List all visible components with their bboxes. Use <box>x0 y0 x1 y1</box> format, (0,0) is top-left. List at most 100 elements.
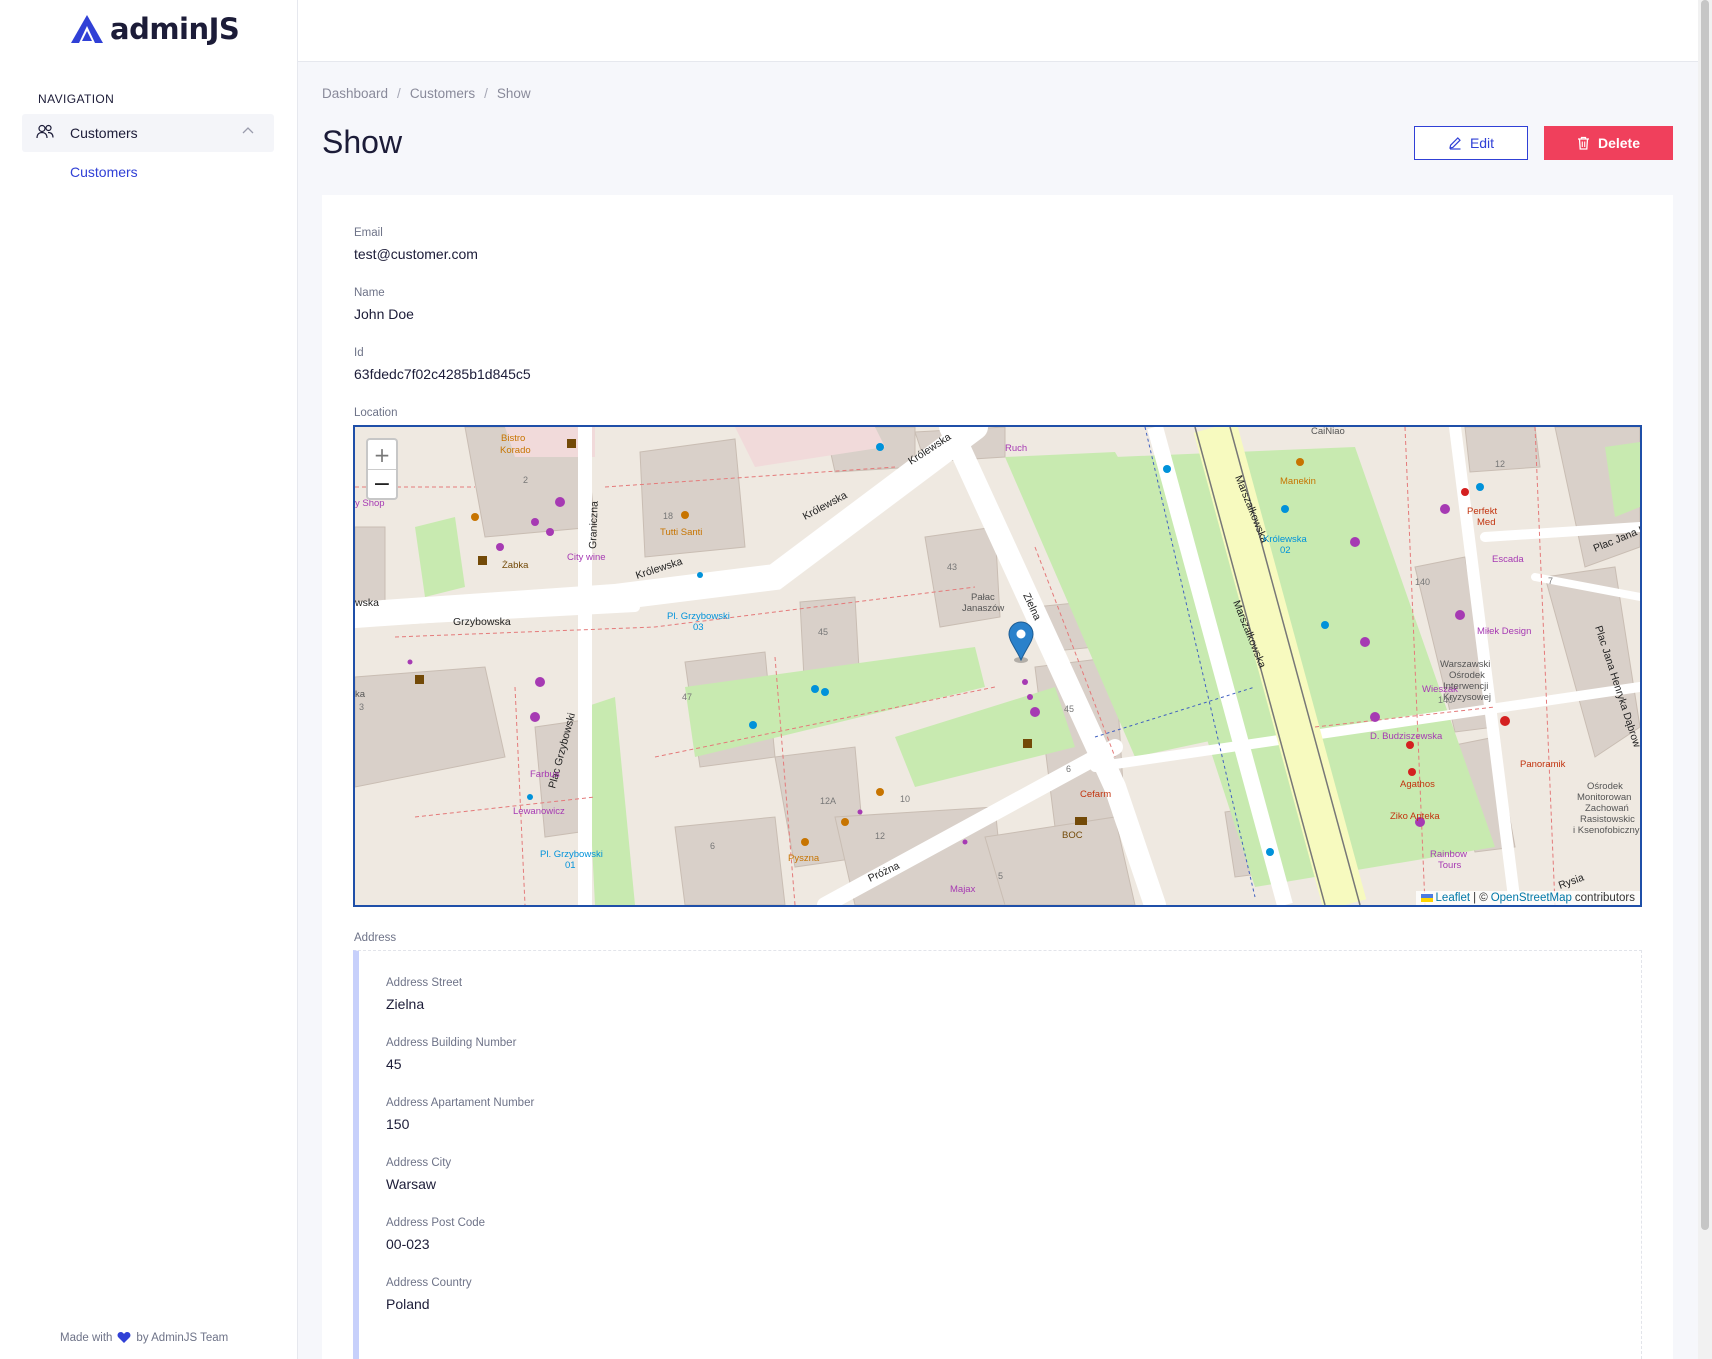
location-map[interactable]: Królewska Królewska Królewska Grzybowska… <box>353 425 1642 907</box>
house-number: 2 <box>523 475 528 485</box>
navigation-heading: NAVIGATION <box>38 92 115 106</box>
breadcrumb-customers[interactable]: Customers <box>410 86 475 101</box>
name-value: John Doe <box>354 306 414 322</box>
openstreetmap-link[interactable]: OpenStreetMap <box>1491 892 1572 904</box>
chevron-up-icon[interactable] <box>242 126 254 134</box>
address-label: Address <box>354 932 397 944</box>
page-title: Show <box>322 124 403 160</box>
ukraine-flag-icon <box>1420 894 1433 902</box>
zoom-out-button[interactable]: − <box>368 469 396 498</box>
breadcrumb-separator: / <box>397 86 401 101</box>
house-number: 47 <box>682 692 692 702</box>
page-scrollbar-thumb[interactable] <box>1701 0 1709 1230</box>
address-street-label: Address Street <box>386 977 463 989</box>
house-number: 140 <box>1415 577 1430 587</box>
address-country-label: Address Country <box>386 1277 472 1289</box>
users-icon <box>36 124 54 139</box>
delete-button[interactable]: Delete <box>1544 126 1673 160</box>
address-building-label: Address Building Number <box>386 1037 517 1049</box>
poi-label: ka <box>355 689 366 700</box>
address-apartment-value: 150 <box>386 1116 410 1132</box>
house-number: 18 <box>663 511 673 521</box>
footer-credit: Made with by AdminJS Team <box>60 1331 228 1344</box>
poi-label: CaiNiao <box>1311 427 1345 437</box>
house-number: 45 <box>1064 704 1074 714</box>
edit-button[interactable]: Edit <box>1414 126 1528 160</box>
breadcrumb-show: Show <box>496 86 531 101</box>
poi-label: Ruch <box>1005 443 1027 454</box>
map-attribution: Leaflet | © OpenStreetMap contributors <box>1415 891 1640 905</box>
edit-button-label: Edit <box>1469 135 1495 151</box>
house-number: 5 <box>998 871 1003 881</box>
house-number: 10 <box>900 794 910 804</box>
poi-label: BOC <box>1062 830 1083 841</box>
sidebar-item-customers[interactable]: Customers <box>70 164 138 180</box>
map-zoom-control: + − <box>366 438 398 500</box>
attribution-separator: | © <box>1473 892 1488 904</box>
breadcrumb-separator: / <box>484 86 488 101</box>
poi-label: Lewanowicz <box>513 806 565 817</box>
brand-logo[interactable]: adminJS <box>70 12 240 46</box>
address-building-value: 45 <box>386 1056 402 1072</box>
poi-label: Pałac <box>971 592 995 603</box>
poi-label: 01 <box>565 860 576 871</box>
address-country-value: Poland <box>386 1296 430 1312</box>
poi-label: Pl. Grzybowski <box>667 611 730 622</box>
poi-label: Tours <box>1438 860 1461 871</box>
map-tiles[interactable]: Królewska Królewska Królewska Grzybowska… <box>355 427 1640 905</box>
poi-label: Pl. Grzybowski <box>540 849 603 860</box>
house-number: 7 <box>1548 576 1553 586</box>
adminjs-logo-icon <box>71 15 103 43</box>
poi-label: Zachowań <box>1585 803 1629 814</box>
pencil-icon <box>1449 137 1461 150</box>
sidebar: adminJS NAVIGATION Customers Customers M… <box>0 0 298 1359</box>
location-label: Location <box>354 407 398 419</box>
poi-label: Pyszna <box>788 853 820 864</box>
poi-label: Cefarm <box>1080 789 1111 800</box>
street-label-grzybowska: Grzybowska <box>453 616 511 628</box>
house-number: 6 <box>1066 764 1071 774</box>
sidebar-group-customers[interactable]: Customers <box>22 114 274 152</box>
leaflet-link[interactable]: Leaflet <box>1436 892 1471 904</box>
poi-label: Monitorowan <box>1577 792 1631 803</box>
poi-label: Farbus <box>530 769 560 780</box>
address-postcode-value: 00-023 <box>386 1236 430 1252</box>
street-label-wska: wska <box>355 597 379 609</box>
footer-made-with: Made with <box>60 1331 113 1344</box>
delete-button-label: Delete <box>1597 135 1641 151</box>
poi-label: Panoramik <box>1520 759 1566 770</box>
poi-label: Interwencji <box>1443 681 1488 692</box>
poi-label: Janaszów <box>962 603 1004 614</box>
name-label: Name <box>354 287 385 299</box>
poi-label: Korado <box>500 445 531 456</box>
house-number: 6 <box>710 841 715 851</box>
house-number: 12 <box>1495 459 1505 469</box>
poi-label: Ośrodek <box>1587 781 1623 792</box>
trash-icon <box>1577 136 1589 150</box>
breadcrumb-dashboard[interactable]: Dashboard <box>322 86 388 101</box>
top-bar <box>298 0 1698 62</box>
poi-label: Rainbow <box>1430 849 1467 860</box>
address-city-label: Address City <box>386 1157 452 1169</box>
poi-label: D. Budziszewska <box>1370 731 1443 742</box>
poi-label: Żabka <box>502 560 529 571</box>
house-number: 3 <box>359 702 364 712</box>
house-number: 12A <box>820 796 836 806</box>
zoom-in-button[interactable]: + <box>368 440 396 469</box>
poi-label: Bistro <box>501 433 525 444</box>
poi-label: Perfekt <box>1467 506 1497 517</box>
email-value: test@customer.com <box>354 246 478 262</box>
poi-label: 02 <box>1280 545 1291 556</box>
poi-label: Ziko Apteka <box>1390 811 1440 822</box>
poi-label: Warszawski <box>1440 659 1490 670</box>
poi-label: Miłek Design <box>1477 626 1531 637</box>
house-number: 45 <box>818 627 828 637</box>
poi-label: Rasistowskic <box>1580 814 1635 825</box>
poi-label: Ośrodek <box>1449 670 1485 681</box>
poi-label: i Ksenofobiczny <box>1573 825 1640 836</box>
house-number: 12 <box>875 831 885 841</box>
address-street-value: Zielna <box>386 996 425 1012</box>
attribution-tail: contributors <box>1574 892 1635 904</box>
house-number: 140 <box>1438 695 1453 705</box>
heart-icon <box>117 1332 131 1343</box>
